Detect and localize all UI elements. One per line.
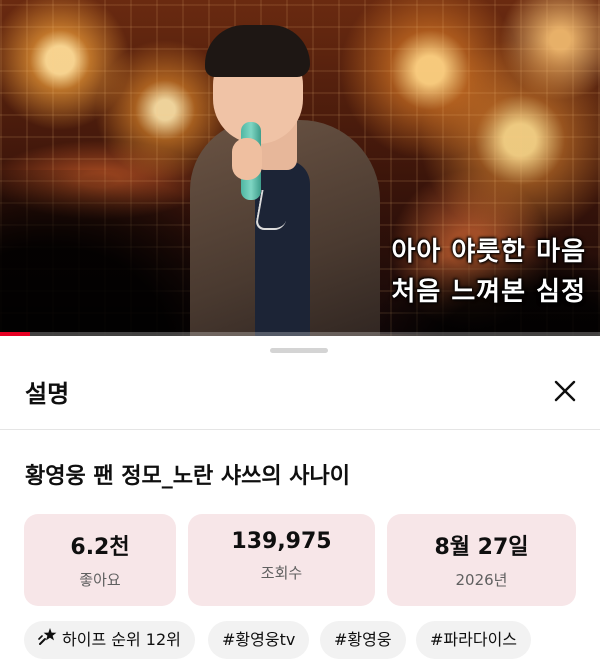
performer-hand xyxy=(232,138,262,180)
hashtag-label: #황영웅tv xyxy=(222,630,296,649)
likes-label: 좋아요 xyxy=(79,571,121,589)
likes-stat: 6.2천 좋아요 xyxy=(24,514,176,606)
upload-year: 2026년 xyxy=(455,571,508,589)
sheet-title: 설명 xyxy=(25,380,70,408)
likes-count: 6.2천 xyxy=(70,535,130,560)
close-icon xyxy=(554,380,576,402)
performer-hair xyxy=(205,25,310,77)
performer-shirt xyxy=(255,160,310,336)
hashtag-label: #파라다이스 xyxy=(430,630,518,649)
sheet-drag-handle[interactable] xyxy=(270,348,328,353)
video-title: 황영웅 팬 정모_노란 샤쓰의 사나이 xyxy=(25,464,350,489)
hashtag-chip-hwangyoungwoong[interactable]: #황영웅 xyxy=(320,621,406,659)
hashtag-chip-hwangyoungwoongtv[interactable]: #황영웅tv xyxy=(208,621,310,659)
lyrics-line-1: 아아 야릇한 마음 xyxy=(391,237,586,267)
description-sheet: 설명 황영웅 팬 정모_노란 샤쓰의 사나이 6.2천 좋아요 139,975 … xyxy=(0,336,600,665)
hype-rank-chip[interactable]: 하이프 순위 12위 xyxy=(24,621,195,659)
upload-date: 8월 27일 xyxy=(434,535,529,560)
lyrics-caption: 아아 야릇한 마음 처음 느껴본 심정 xyxy=(391,232,586,312)
trending-star-icon xyxy=(38,622,58,660)
hashtag-chip-paradise[interactable]: #파라다이스 xyxy=(416,621,532,659)
video-player[interactable]: 아아 야릇한 마음 처음 느껴본 심정 xyxy=(0,0,600,336)
lyrics-line-2: 처음 느껴본 심정 xyxy=(391,277,586,307)
views-count: 139,975 xyxy=(231,529,332,554)
views-stat: 139,975 조회수 xyxy=(188,514,375,606)
views-label: 조회수 xyxy=(260,564,303,582)
upload-date-stat: 8월 27일 2026년 xyxy=(387,514,576,606)
close-button[interactable] xyxy=(548,374,582,408)
header-divider xyxy=(0,429,600,430)
hashtag-label: #황영웅 xyxy=(334,630,392,649)
hype-rank-label: 하이프 순위 12위 xyxy=(62,630,181,649)
